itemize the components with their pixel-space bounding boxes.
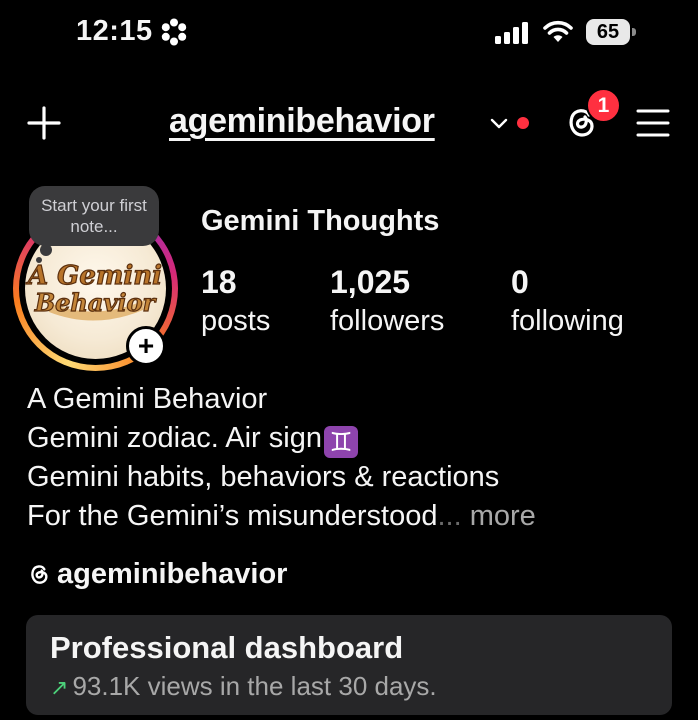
bio-line: For the Gemini’s misunderstood... more — [27, 497, 536, 536]
bio-text: For the Gemini’s misunderstood — [27, 500, 438, 532]
note-bubble[interactable]: Start your first note... — [29, 186, 159, 246]
menu-icon[interactable] — [636, 107, 670, 139]
threads-icon — [31, 565, 48, 584]
add-icon[interactable] — [26, 105, 62, 141]
dashboard-title: Professional dashboard — [50, 630, 404, 665]
status-time: 12:15 — [76, 15, 153, 47]
signal-icon — [495, 22, 528, 44]
threads-badge: 1 — [586, 88, 621, 123]
stat-label: following — [511, 305, 624, 337]
wifi-icon — [543, 20, 573, 42]
notification-dot — [517, 117, 529, 129]
bio: A Gemini Behavior Gemini zodiac. Air sig… — [27, 380, 536, 536]
avatar-text-line1: A Gemini — [25, 261, 162, 291]
bio-line: Gemini zodiac. Air sign ♊ — [27, 419, 536, 458]
dashboard-subtitle: ↗ 93.1K views in the last 30 days. — [50, 671, 437, 702]
add-story-button[interactable]: + — [126, 326, 166, 366]
note-bubble-tail — [40, 244, 52, 256]
plus-icon: + — [137, 330, 155, 361]
bio-line: A Gemini Behavior — [27, 383, 268, 415]
stat-following[interactable]: 0 following — [511, 263, 624, 341]
stat-count: 18 — [201, 264, 237, 300]
display-name: Gemini Thoughts — [201, 205, 440, 237]
profile-header: ageminibehavior 1 — [0, 88, 698, 160]
battery-indicator: 65 — [586, 19, 630, 45]
bio-ellipsis: ... — [437, 500, 462, 532]
bio-line: Gemini habits, behaviors & reactions — [27, 461, 500, 493]
trend-up-icon: ↗ — [50, 675, 69, 700]
chevron-down-icon[interactable] — [490, 118, 508, 130]
dashboard-views: 93.1K views in the last 30 days. — [72, 671, 437, 701]
focus-icon — [161, 18, 187, 46]
bio-more-link[interactable]: more — [470, 500, 536, 532]
gemini-emoji: ♊ — [323, 426, 358, 458]
stat-label: followers — [330, 305, 445, 337]
username-switcher[interactable]: ageminibehavior — [169, 102, 435, 141]
stat-count: 0 — [511, 264, 529, 300]
status-bar: 12:15 65 — [0, 0, 698, 70]
professional-dashboard[interactable]: Professional dashboard ↗ 93.1K views in t… — [26, 615, 672, 715]
threads-profile-link[interactable]: ageminibehavior — [27, 558, 287, 591]
stat-label: posts — [201, 305, 271, 337]
threads-handle: ageminibehavior — [57, 558, 288, 590]
note-bubble-tail-small — [36, 257, 42, 263]
battery-tip — [632, 28, 636, 36]
stat-followers[interactable]: 1,025 followers — [330, 263, 444, 341]
stat-posts[interactable]: 18 posts — [201, 263, 270, 341]
avatar-text-line2: Behavior — [34, 288, 158, 317]
stat-count: 1,025 — [330, 264, 411, 300]
bio-text: Gemini zodiac. Air sign — [27, 422, 322, 454]
